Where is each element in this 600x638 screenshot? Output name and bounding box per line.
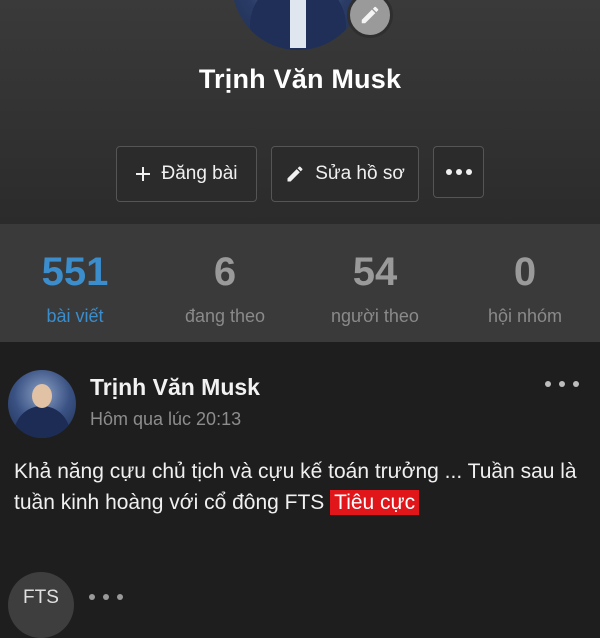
stat-posts-label: bài viết [46, 306, 104, 326]
post-author-name[interactable]: Trịnh Văn Musk [90, 374, 260, 401]
post-timestamp: Hôm qua lúc 20:13 [90, 409, 242, 429]
avatar-shirt [290, 0, 306, 48]
stat-followers[interactable]: 54 người theo [300, 224, 450, 342]
stat-posts-value: 551 [41, 250, 109, 294]
post-author-avatar[interactable] [8, 370, 76, 438]
stat-following-label: đang theo [184, 306, 266, 326]
post-text: Khả năng cựu chủ tịch và cựu kế toán trư… [14, 460, 577, 514]
more-icon [445, 169, 472, 175]
profile-name: Trịnh Văn Musk [198, 64, 402, 94]
stat-following-value: 6 [213, 250, 237, 294]
edit-profile-button[interactable]: Sửa hồ sơ [271, 146, 419, 202]
edit-profile-label: Sửa hồ sơ [315, 163, 405, 184]
post-avatar-suit [14, 406, 70, 438]
pencil-icon [287, 166, 303, 182]
stat-groups-value: 0 [513, 250, 537, 294]
post-more-icon[interactable] [544, 376, 580, 392]
sentiment-tag: Tiêu cực [330, 490, 420, 515]
create-post-label: Đăng bài [161, 163, 238, 184]
stat-posts[interactable]: 551 bài viết [0, 224, 150, 342]
plus-icon [136, 167, 151, 181]
post-avatar-face [32, 384, 52, 408]
next-post-more-icon[interactable] [88, 590, 124, 604]
stat-groups-label: hội nhóm [487, 306, 563, 326]
post-content[interactable]: Khả năng cựu chủ tịch và cựu kế toán trư… [14, 456, 586, 518]
next-post-avatar[interactable]: FTS [8, 572, 74, 638]
stat-followers-value: 54 [352, 250, 398, 294]
profile-avatar[interactable] [232, 0, 364, 50]
edit-pencil-icon [361, 6, 379, 24]
profile-stats: 551 bài viết 6 đang theo 54 người theo 0… [0, 224, 600, 342]
create-post-button[interactable]: Đăng bài [116, 146, 257, 202]
stat-groups[interactable]: 0 hội nhóm [450, 224, 600, 342]
stat-followers-label: người theo [331, 306, 419, 326]
stat-following[interactable]: 6 đang theo [150, 224, 300, 342]
more-options-button[interactable] [433, 146, 484, 198]
